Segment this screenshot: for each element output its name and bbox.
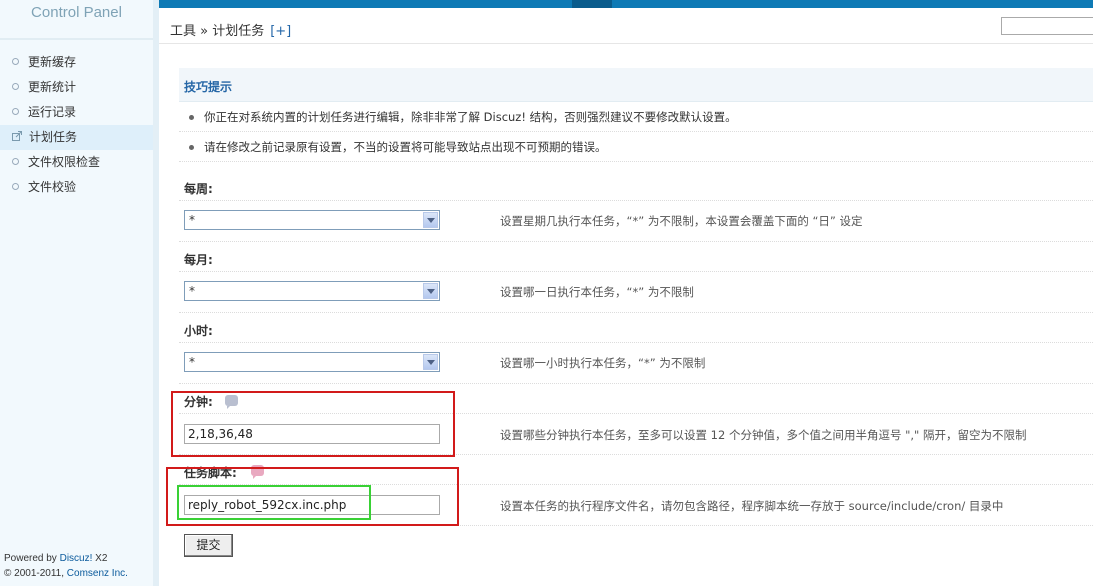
weekday-select-value: * xyxy=(189,213,195,227)
row-divider xyxy=(179,342,1093,343)
comsenz-link[interactable]: Comsenz Inc. xyxy=(67,568,128,579)
top-bar xyxy=(159,0,1093,8)
copyright-prefix: © 2001-2011, xyxy=(4,568,67,579)
breadcrumb-bar: 工具 » 计划任务 [+] xyxy=(159,8,1093,44)
circle-bullet-icon xyxy=(12,108,19,115)
row-divider xyxy=(179,383,1093,384)
sidebar-item-file-permission-check[interactable]: 文件权限检查 xyxy=(0,150,153,175)
tip-item: 请在修改之前记录原有设置，不当的设置将可能导致站点出现不可预期的错误。 xyxy=(179,133,1093,162)
circle-bullet-icon xyxy=(12,158,19,165)
powered-by: Powered by Discuz! X2 © 2001-2011, Comse… xyxy=(4,551,128,581)
sidebar-item-update-stats[interactable]: 更新统计 xyxy=(0,75,153,100)
day-select-value: * xyxy=(189,284,195,298)
sidebar-item-label: 计划任务 xyxy=(29,130,78,144)
row-divider xyxy=(179,271,1093,272)
script-hint: 设置本任务的执行程序文件名，请勿包含路径，程序脚本统一存放于 source/in… xyxy=(500,499,1004,513)
tip-text: 你正在对系统内置的计划任务进行编辑，除非非常了解 Discuz! 结构，否则强烈… xyxy=(204,110,737,124)
powered-prefix: Powered by xyxy=(4,553,60,564)
sidebar-item-file-verify[interactable]: 文件校验 xyxy=(0,175,153,200)
sidebar-item-label: 更新统计 xyxy=(28,80,77,94)
breadcrumb: 工具 » 计划任务 [+] xyxy=(170,20,291,39)
sidebar: Control Panel 更新缓存 更新统计 运行记录 计划任务 文件权限检查… xyxy=(0,0,153,586)
tip-item: 你正在对系统内置的计划任务进行编辑，除非非常了解 Discuz! 结构，否则强烈… xyxy=(179,103,1093,132)
row-divider xyxy=(179,200,1093,201)
chevron-down-icon[interactable] xyxy=(423,283,438,299)
chevron-down-icon[interactable] xyxy=(423,212,438,228)
top-bar-active-tab[interactable] xyxy=(572,0,612,8)
discuz-link[interactable]: Discuz! xyxy=(60,553,93,564)
tips-header: 技巧提示 xyxy=(179,68,1093,102)
sidebar-item-scheduled-tasks[interactable]: 计划任务 xyxy=(0,125,153,150)
minute-hint: 设置哪些分钟执行本任务，至多可以设置 12 个分钟值，多个值之间用半角逗号 ",… xyxy=(500,428,1027,442)
circle-bullet-icon xyxy=(12,58,19,65)
row-divider xyxy=(179,241,1093,242)
sidebar-item-label: 文件校验 xyxy=(28,180,77,194)
row-divider xyxy=(179,312,1093,313)
hour-hint: 设置哪一小时执行本任务，“*” 为不限制 xyxy=(500,356,706,370)
circle-bullet-icon xyxy=(12,183,19,190)
day-label: 每月: xyxy=(184,253,213,267)
breadcrumb-text: 工具 » 计划任务 xyxy=(170,24,265,39)
weekday-hint: 设置星期几执行本任务，“*” 为不限制，本设置会覆盖下面的 “日” 设定 xyxy=(500,214,863,228)
powered-version: X2 xyxy=(92,553,108,564)
control-panel-logo: Control Panel xyxy=(0,0,153,38)
day-hint: 设置哪一日执行本任务，“*” 为不限制 xyxy=(500,285,694,299)
sidebar-menu: 更新缓存 更新统计 运行记录 计划任务 文件权限检查 文件校验 xyxy=(0,50,153,200)
circle-bullet-icon xyxy=(12,83,19,90)
sidebar-item-update-cache[interactable]: 更新缓存 xyxy=(0,50,153,75)
sidebar-separator xyxy=(153,0,159,586)
submit-button[interactable]: 提交 xyxy=(184,534,233,557)
sidebar-divider xyxy=(0,38,153,40)
search-input[interactable] xyxy=(1001,17,1093,35)
chevron-down-icon[interactable] xyxy=(423,354,438,370)
hour-select[interactable]: * xyxy=(184,352,440,372)
hour-select-value: * xyxy=(189,355,195,369)
weekday-label: 每周: xyxy=(184,182,213,196)
sidebar-item-label: 更新缓存 xyxy=(28,55,77,69)
day-select[interactable]: * xyxy=(184,281,440,301)
sidebar-item-label: 文件权限检查 xyxy=(28,155,101,169)
tips-title: 技巧提示 xyxy=(184,80,233,94)
bullet-dot-icon xyxy=(189,115,194,120)
script-value-highlight-box xyxy=(177,485,371,520)
bullet-dot-icon xyxy=(189,145,194,150)
sidebar-item-label: 运行记录 xyxy=(28,105,77,119)
external-link-icon xyxy=(12,130,22,141)
tip-text: 请在修改之前记录原有设置，不当的设置将可能导致站点出现不可预期的错误。 xyxy=(204,140,607,154)
minute-highlight-box xyxy=(171,391,455,457)
weekday-select[interactable]: * xyxy=(184,210,440,230)
add-task-link[interactable]: [+] xyxy=(270,24,291,39)
hour-label: 小时: xyxy=(184,324,213,338)
sidebar-item-run-log[interactable]: 运行记录 xyxy=(0,100,153,125)
